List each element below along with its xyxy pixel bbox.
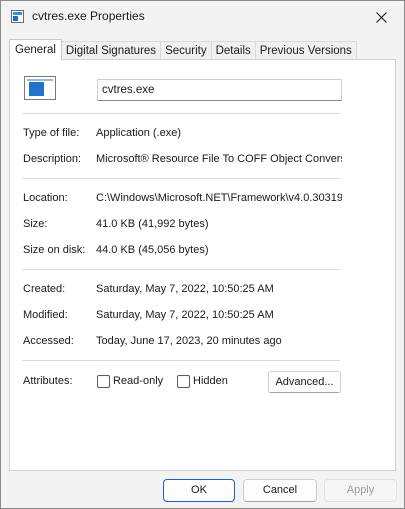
created-value: Saturday, May 7, 2022, 10:50:25 AM [96,283,274,295]
description-value: Microsoft® Resource File To COFF Object … [96,153,342,165]
size-on-disk-label: Size on disk: [23,244,86,256]
title-bar: cvtres.exe Properties [1,1,404,33]
type-of-file-value: Application (.exe) [96,127,181,139]
application-icon [11,10,24,23]
cancel-button[interactable]: Cancel [243,479,317,502]
general-tab-panel: Type of file: Application (.exe) Descrip… [9,59,396,471]
exe-file-icon [24,76,56,100]
window-title: cvtres.exe Properties [32,9,145,23]
size-on-disk-value: 44.0 KB (45,056 bytes) [96,244,209,256]
tab-digital-signatures[interactable]: Digital Signatures [60,41,162,60]
attributes-label: Attributes: [23,375,73,387]
size-value: 41.0 KB (41,992 bytes) [96,218,209,230]
created-label: Created: [23,283,66,295]
accessed-label: Accessed: [23,335,74,347]
file-name-input[interactable] [97,79,342,101]
type-of-file-label: Type of file: [23,127,80,139]
close-icon [375,11,387,23]
tab-previous-versions[interactable]: Previous Versions [254,41,357,60]
location-value: C:\Windows\Microsoft.NET\Framework\v4.0.… [96,192,342,204]
modified-label: Modified: [23,309,68,321]
separator [22,113,340,114]
tab-strip: General Digital Signatures Security Deta… [9,39,357,60]
read-only-label[interactable]: Read-only [113,375,163,387]
advanced-button[interactable]: Advanced... [268,371,341,393]
tab-details[interactable]: Details [210,41,256,60]
description-label: Description: [23,153,82,165]
read-only-checkbox[interactable] [97,375,110,388]
accessed-value: Today, June 17, 2023, 20 minutes ago [96,335,282,347]
modified-value: Saturday, May 7, 2022, 10:50:25 AM [96,309,274,321]
location-label: Location: [23,192,68,204]
size-label: Size: [23,218,48,230]
ok-button[interactable]: OK [163,479,235,502]
hidden-label[interactable]: Hidden [193,375,228,387]
tab-general[interactable]: General [9,39,62,60]
apply-button[interactable]: Apply [324,479,397,502]
tab-security[interactable]: Security [160,41,212,60]
separator [22,360,340,361]
separator [22,178,340,179]
properties-dialog: cvtres.exe Properties General Digital Si… [0,0,405,509]
close-button[interactable] [358,1,404,33]
hidden-checkbox[interactable] [177,375,190,388]
separator [22,269,340,270]
